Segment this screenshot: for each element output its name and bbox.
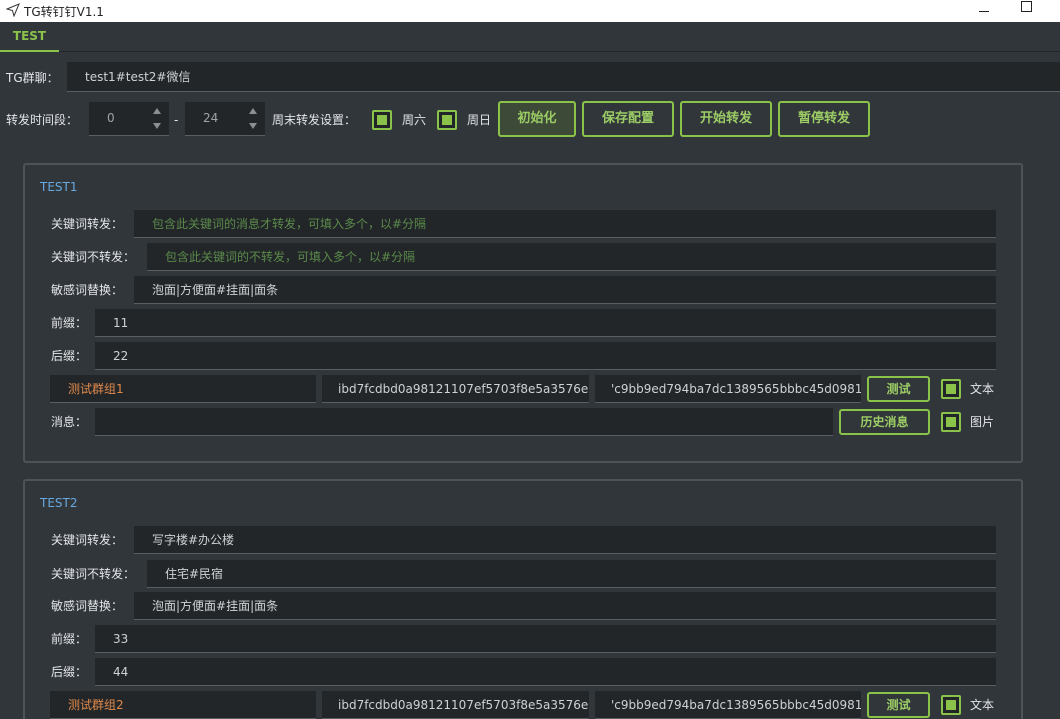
pause-forward-button[interactable]: 暂停转发 (778, 101, 870, 137)
time-separator: - (174, 113, 179, 127)
token-input-1[interactable]: ibd7fcdbd0a98121107ef5703f8e5a3576e28 (322, 691, 589, 719)
sensitive-replace-input[interactable]: 泡面|方便面#挂面|面条 (134, 592, 996, 620)
group-name-input[interactable]: 测试群组1 (50, 375, 316, 403)
chat-input[interactable]: test1#test2#微信 (67, 62, 1060, 92)
keyword-forward-input[interactable]: 写字楼#办公楼 (134, 526, 996, 554)
keyword-forward-input[interactable]: 包含此关键词的消息才转发，可填入多个，以#分隔 (134, 210, 996, 238)
suffix-input[interactable]: 22 (95, 342, 996, 370)
text-label: 文本 (970, 382, 995, 396)
text-checkbox[interactable] (941, 695, 961, 715)
spin-up-icon[interactable] (153, 108, 161, 114)
history-message-button[interactable]: 历史消息 (839, 409, 930, 435)
image-checkbox[interactable] (941, 412, 961, 432)
keyword-forward-label: 关键词转发： (51, 217, 124, 231)
send-icon (6, 3, 20, 17)
window-title: TG转钉钉V1.1 (24, 5, 104, 19)
group-name-input[interactable]: 测试群组2 (50, 691, 316, 719)
start-hour-value: 0 (107, 111, 115, 125)
text-label: 文本 (970, 698, 995, 712)
saturday-label: 周六 (402, 113, 427, 127)
sensitive-replace-label: 敏感词替换： (51, 599, 124, 613)
spin-up-icon[interactable] (249, 108, 257, 114)
suffix-label: 后缀： (51, 665, 88, 679)
text-checkbox[interactable] (941, 379, 961, 399)
save-config-button[interactable]: 保存配置 (582, 101, 674, 137)
init-button[interactable]: 初始化 (498, 101, 576, 137)
saturday-checkbox[interactable] (372, 110, 392, 130)
keyword-block-input[interactable]: 住宅#民宿 (147, 560, 996, 588)
start-forward-button[interactable]: 开始转发 (680, 101, 772, 137)
title-bar: TG转钉钉V1.1 (0, 0, 1060, 22)
group-title: TEST1 (40, 180, 78, 194)
sunday-label: 周日 (467, 113, 492, 127)
sunday-checkbox[interactable] (437, 110, 457, 130)
message-input[interactable] (95, 408, 833, 436)
test-button[interactable]: 测试 (867, 692, 930, 718)
start-hour-spinbox[interactable]: 0 (89, 102, 169, 136)
token-input-2[interactable]: 'c9bb9ed794ba7dc1389565bbbc45d098133 (595, 375, 861, 403)
end-hour-value: 24 (203, 111, 219, 125)
token-input-2[interactable]: 'c9bb9ed794ba7dc1389565bbbc45d098133 (595, 691, 861, 719)
keyword-block-input[interactable]: 包含此关键词的不转发，可填入多个，以#分隔 (147, 243, 996, 271)
keyword-forward-label: 关键词转发： (51, 533, 124, 547)
tab-test[interactable]: TEST (0, 22, 59, 52)
image-label: 图片 (970, 415, 995, 429)
maximize-button[interactable] (1012, 0, 1040, 22)
spin-down-icon[interactable] (249, 123, 257, 129)
suffix-input[interactable]: 44 (95, 658, 996, 686)
weekend-label: 周末转发设置： (272, 113, 357, 127)
prefix-input[interactable]: 11 (95, 309, 996, 337)
keyword-block-label: 关键词不转发： (51, 567, 136, 581)
keyword-block-label: 关键词不转发： (51, 250, 136, 264)
time-range-label: 转发时间段： (6, 113, 79, 127)
message-label: 消息： (51, 415, 88, 429)
prefix-label: 前缀： (51, 632, 88, 646)
tab-bar: TEST (0, 22, 1060, 52)
prefix-label: 前缀： (51, 316, 88, 330)
group-title: TEST2 (40, 496, 78, 510)
end-hour-spinbox[interactable]: 24 (185, 102, 265, 136)
token-input-1[interactable]: ibd7fcdbd0a98121107ef5703f8e5a3576e28 (322, 375, 589, 403)
sensitive-replace-input[interactable]: 泡面|方便面#挂面|面条 (134, 276, 996, 304)
test-button[interactable]: 测试 (867, 376, 930, 402)
spin-down-icon[interactable] (153, 123, 161, 129)
prefix-input[interactable]: 33 (95, 625, 996, 653)
sensitive-replace-label: 敏感词替换： (51, 283, 124, 297)
chat-label: TG群聊： (6, 71, 59, 85)
minimize-button[interactable] (970, 0, 998, 22)
suffix-label: 后缀： (51, 349, 88, 363)
